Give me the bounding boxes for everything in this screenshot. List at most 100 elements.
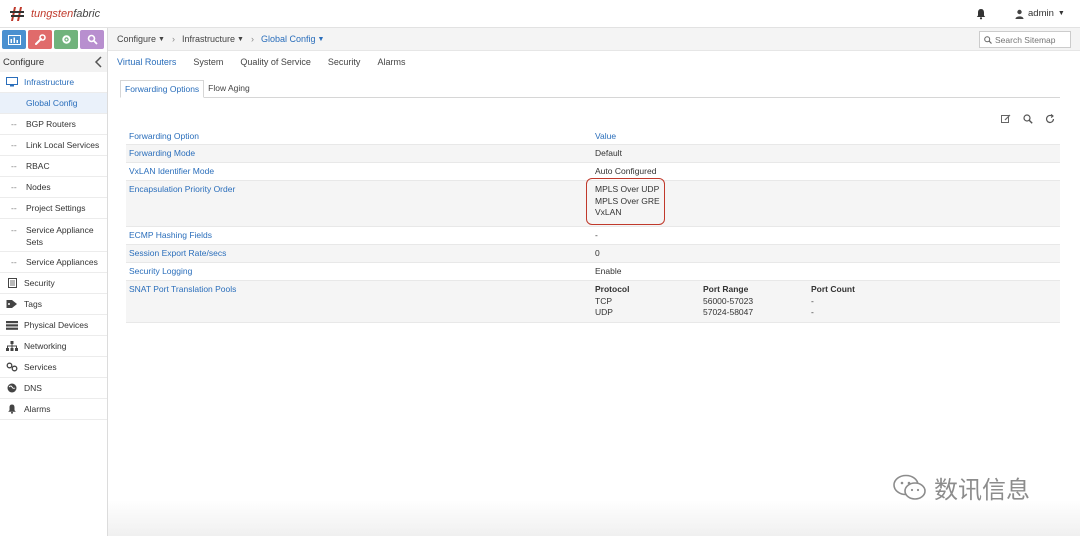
logo-suffix-text: fabric — [73, 8, 101, 20]
sidebar-item-services[interactable]: Services — [0, 357, 107, 378]
tree-dash-icon: -- — [11, 203, 17, 213]
snat-protocol: UDP — [595, 307, 613, 317]
snat-protocol: TCP — [595, 295, 612, 306]
sidebar-item-service-appliances[interactable]: -- Service Appliances — [0, 252, 107, 273]
sidebar-item-label: Infrastructure — [24, 77, 75, 87]
sidebar-item-dns[interactable]: DNS — [0, 378, 107, 399]
table-row: SNAT Port Translation Pools Protocol Por… — [126, 281, 1060, 323]
tree-dash-icon: -- — [11, 140, 17, 150]
wechat-icon — [893, 474, 926, 500]
column-header-value: Value — [595, 131, 617, 141]
user-icon — [1015, 9, 1024, 19]
tree-dash-icon: -- — [11, 225, 17, 235]
sidebar-item-bgp-routers[interactable]: -- BGP Routers — [0, 114, 107, 135]
sidebar-item-link-local-services[interactable]: -- Link Local Services — [0, 135, 107, 156]
logo-brand-text: tungsten — [31, 8, 74, 20]
watermark: 数讯信息 — [892, 470, 1030, 505]
sub-tabs: Forwarding Options Flow Aging — [120, 80, 254, 98]
tab-system[interactable]: System — [193, 57, 223, 67]
sidebar-nav: Infrastructure Global Config -- BGP Rout… — [0, 72, 107, 420]
row-key: Encapsulation Priority Order — [129, 184, 236, 194]
snat-header-port-count: Port Count — [811, 284, 855, 294]
sidebar-item-security[interactable]: Security — [0, 273, 107, 294]
tungsten-fabric-logo[interactable]: tungstenfabric — [8, 4, 100, 24]
tab-security[interactable]: Security — [328, 57, 361, 67]
server-icon — [6, 320, 18, 330]
snat-header-protocol: Protocol — [595, 284, 630, 294]
user-menu[interactable]: admin ▼ — [1015, 8, 1065, 19]
snat-port-count: - — [811, 307, 814, 317]
row-key: SNAT Port Translation Pools — [129, 284, 237, 294]
sidebar-item-label: Tags — [24, 299, 42, 309]
left-sidebar: Configure Infrastructure Global Config -… — [0, 28, 108, 536]
row-value: 0 — [595, 248, 600, 258]
gear-icon — [61, 35, 71, 44]
breadcrumb-infrastructure[interactable]: Infrastructure ▼ — [182, 34, 244, 44]
row-value: Enable — [595, 266, 622, 276]
snat-header-port-range: Port Range — [703, 284, 749, 294]
tree-dash-icon: -- — [11, 161, 17, 171]
caret-down-icon: ▼ — [237, 35, 244, 43]
sidebar-item-global-config[interactable]: Global Config — [0, 93, 107, 114]
bar-chart-icon — [7, 34, 21, 45]
sidebar-icon-tabs — [2, 30, 104, 49]
tab-forwarding-options[interactable]: Forwarding Options — [120, 80, 205, 98]
collapse-sidebar-icon[interactable] — [94, 56, 104, 68]
snat-header-row: Protocol Port Range Port Count — [595, 284, 1058, 296]
snat-row: TCP 56000-57023 - — [595, 296, 1058, 308]
sidebar-item-infrastructure[interactable]: Infrastructure — [0, 72, 107, 93]
breadcrumb-label: Configure — [117, 34, 157, 44]
sidebar-item-rbac[interactable]: -- RBAC — [0, 156, 107, 177]
tab-alarms[interactable]: Alarms — [377, 57, 405, 67]
sidebar-item-label: Alarms — [24, 404, 51, 414]
sidebar-item-label: Link Local Services — [26, 140, 100, 150]
sidebar-item-tags[interactable]: Tags — [0, 294, 107, 315]
sidebar-item-networking[interactable]: Networking — [0, 336, 107, 357]
row-key: Session Export Rate/secs — [129, 248, 227, 258]
search-icon — [984, 35, 992, 44]
row-value: Default — [595, 148, 622, 158]
row-key: ECMP Hashing Fields — [129, 230, 212, 240]
tab-quality-of-service[interactable]: Quality of Service — [240, 57, 311, 67]
tab-virtual-routers[interactable]: Virtual Routers — [117, 57, 176, 67]
sidebar-item-physical-devices[interactable]: Physical Devices — [0, 315, 107, 336]
main-tabs: Virtual Routers System Quality of Servic… — [108, 51, 1080, 73]
sidebar-item-label: Security — [24, 278, 55, 288]
tab-flow-aging[interactable]: Flow Aging — [204, 80, 254, 98]
notifications-bell-icon[interactable] — [975, 8, 987, 20]
settings-tab[interactable] — [54, 30, 78, 49]
query-tab[interactable] — [80, 30, 104, 49]
watermark-text: 数讯信息 — [934, 476, 1030, 504]
top-header: tungstenfabric admin ▼ — [0, 0, 1080, 28]
chevron-down-icon: ▼ — [1057, 10, 1065, 17]
logo-mark-icon — [10, 7, 24, 21]
sidebar-item-service-appliance-sets[interactable]: -- Service Appliance Sets — [0, 219, 107, 252]
breadcrumb-global-config[interactable]: Global Config ▼ — [261, 34, 324, 44]
breadcrumb-separator-icon: › — [171, 34, 175, 44]
search-icon[interactable] — [1023, 114, 1033, 124]
sidebar-item-alarms[interactable]: Alarms — [0, 399, 107, 420]
snat-port-range: 57024-58047 — [703, 307, 754, 317]
configure-tab[interactable] — [28, 30, 52, 49]
column-header-option: Forwarding Option — [129, 131, 199, 141]
refresh-icon[interactable] — [1045, 114, 1055, 124]
sidebar-item-label: DNS — [24, 383, 42, 393]
bottom-shadow — [108, 500, 1080, 536]
sidebar-item-label: Global Config — [26, 98, 78, 108]
table-row: ECMP Hashing Fields - — [126, 227, 1060, 245]
sidebar-item-nodes[interactable]: -- Nodes — [0, 177, 107, 198]
sidebar-item-label: Physical Devices — [24, 320, 89, 330]
grid-toolbar — [1001, 114, 1055, 124]
snat-pools-table: Protocol Port Range Port Count TCP 56000… — [593, 281, 1060, 322]
breadcrumb-configure[interactable]: Configure ▼ — [117, 34, 165, 44]
sidebar-item-project-settings[interactable]: -- Project Settings — [0, 198, 107, 219]
caret-down-icon: ▼ — [158, 35, 165, 43]
link-icon — [6, 362, 18, 372]
search-input[interactable] — [995, 34, 1069, 45]
breadcrumb-label: Global Config — [260, 34, 316, 44]
document-icon — [6, 278, 18, 288]
edit-icon[interactable] — [1001, 114, 1011, 124]
monitor-tab[interactable] — [2, 30, 26, 49]
sitemap-search[interactable] — [979, 31, 1071, 48]
table-row: Forwarding Mode Default — [126, 145, 1060, 163]
